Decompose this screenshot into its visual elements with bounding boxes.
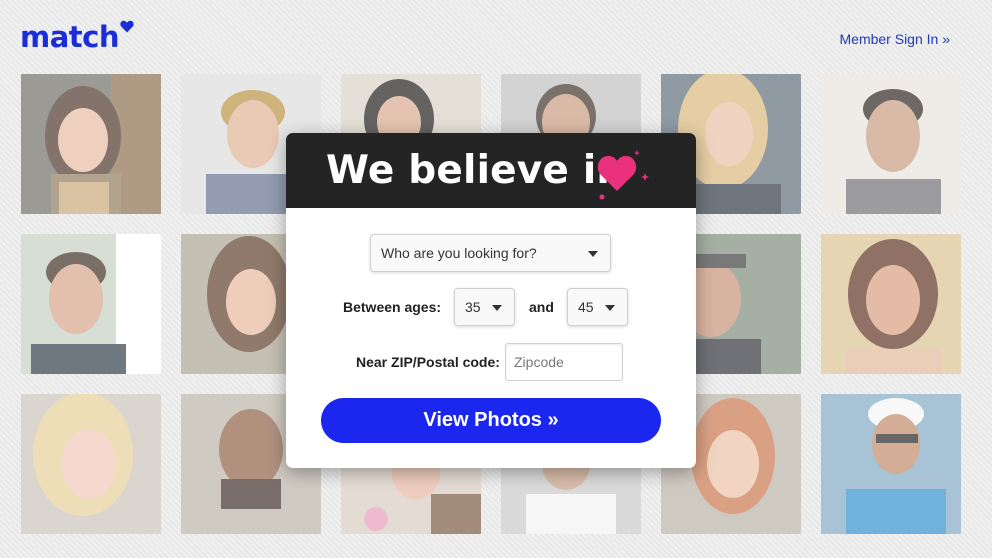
age-max-value: 45 <box>578 299 594 315</box>
caret-down-icon <box>605 305 615 311</box>
profile-photo <box>21 394 161 534</box>
seeking-select-value: Who are you looking for? <box>381 245 537 261</box>
modal-headline: We believe in <box>326 148 625 193</box>
search-modal: We believe in Who are you looking for? B… <box>286 133 696 468</box>
and-label: and <box>529 299 554 315</box>
zip-label: Near ZIP/Postal code: <box>356 354 500 370</box>
heart-icon <box>120 20 134 33</box>
profile-photo <box>821 74 961 214</box>
heart-sparkle-icon <box>597 150 649 200</box>
logo-text: match <box>20 20 120 54</box>
zipcode-input[interactable] <box>505 343 623 381</box>
member-sign-in-link[interactable]: Member Sign In » <box>840 31 951 47</box>
match-logo[interactable]: match <box>20 20 134 54</box>
modal-header: We believe in <box>286 133 696 208</box>
profile-photo <box>821 394 961 534</box>
seeking-select[interactable]: Who are you looking for? <box>370 234 611 272</box>
view-photos-button[interactable]: View Photos » <box>321 398 661 443</box>
profile-photo <box>21 74 161 214</box>
caret-down-icon <box>588 251 598 257</box>
age-max-select[interactable]: 45 <box>567 288 628 326</box>
age-min-value: 35 <box>465 299 481 315</box>
age-min-select[interactable]: 35 <box>454 288 515 326</box>
profile-photo <box>821 234 961 374</box>
profile-photo <box>21 234 161 374</box>
ages-label: Between ages: <box>343 299 442 315</box>
caret-down-icon <box>492 305 502 311</box>
